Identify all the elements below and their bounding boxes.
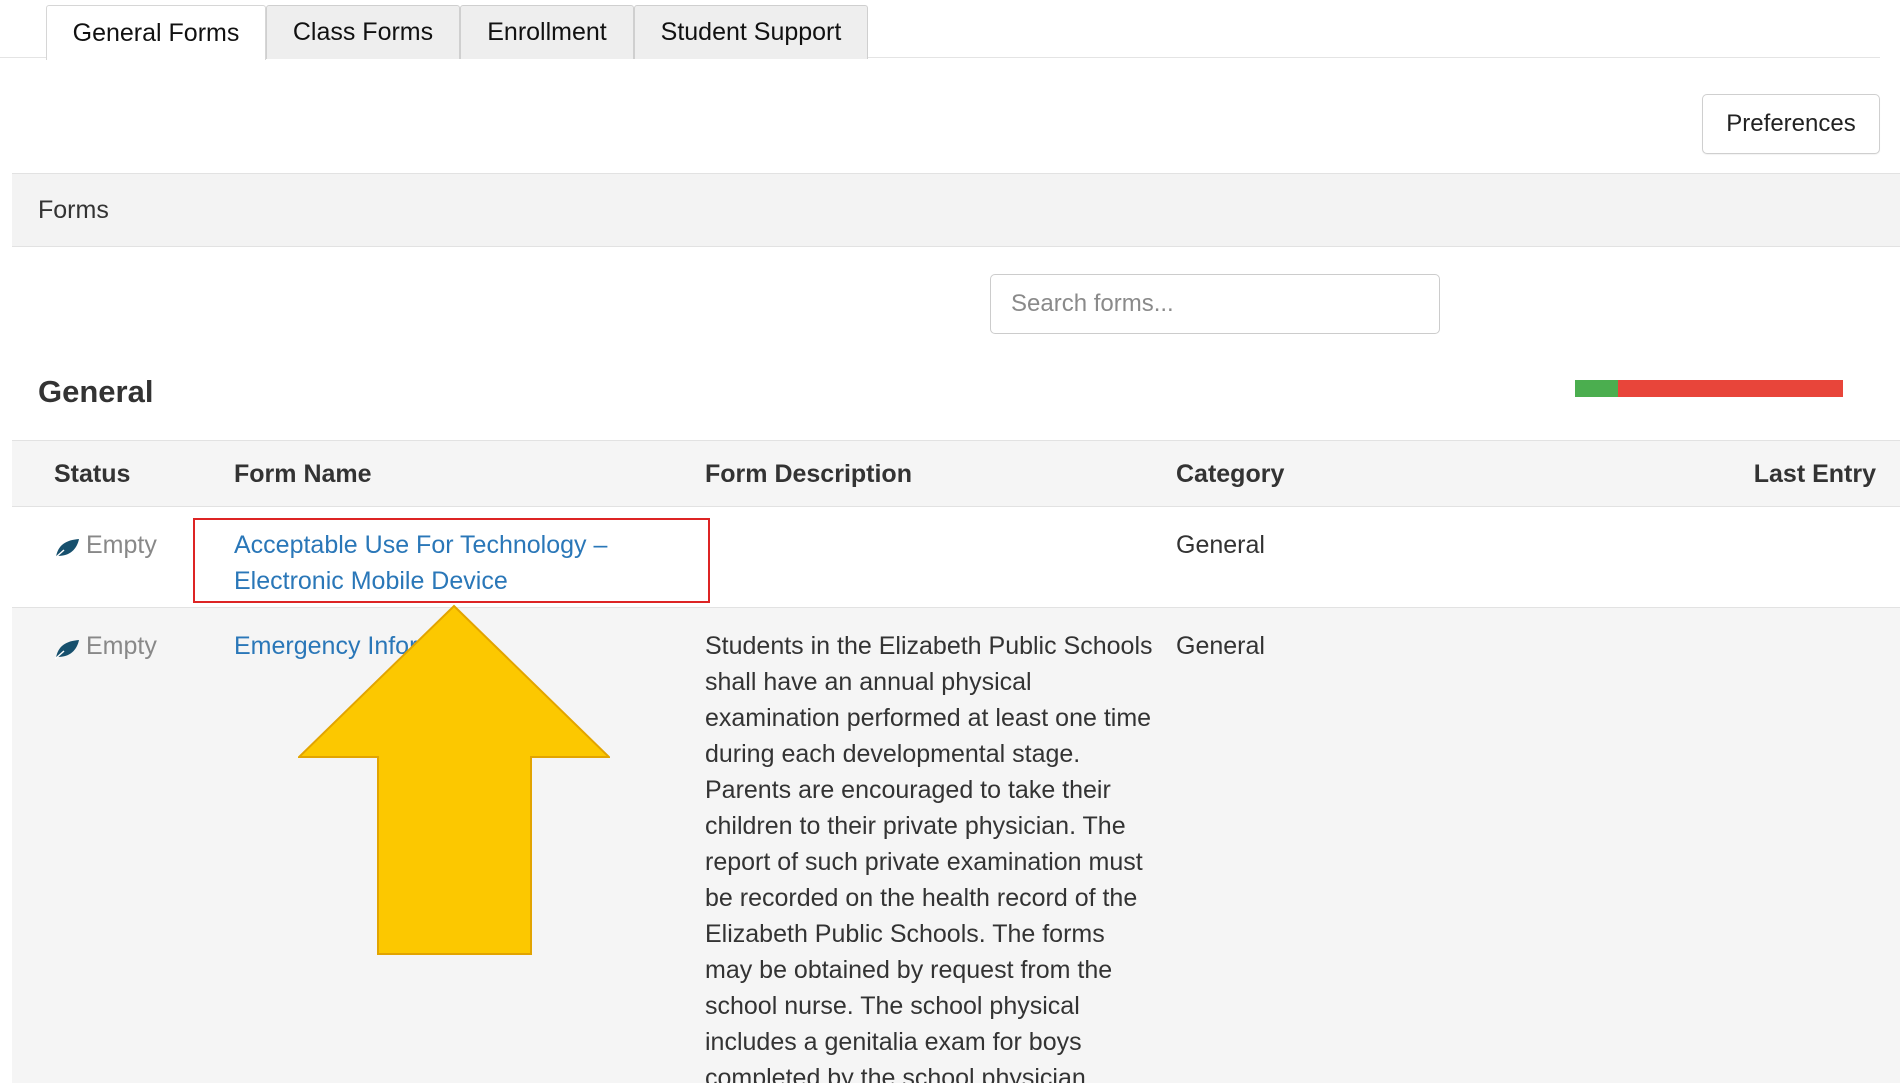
leaf-icon bbox=[54, 628, 82, 664]
forms-panel-header: Forms bbox=[12, 173, 1900, 247]
completion-progress-fill bbox=[1575, 380, 1618, 397]
category-cell: General bbox=[1176, 531, 1265, 559]
up-arrow-icon bbox=[298, 604, 610, 955]
section-title: General bbox=[38, 374, 154, 409]
status-cell: Empty bbox=[54, 628, 157, 664]
tab-enrollment[interactable]: Enrollment bbox=[460, 5, 634, 59]
category-cell: General bbox=[1176, 632, 1265, 660]
header-status[interactable]: Status bbox=[54, 441, 130, 508]
search-input[interactable] bbox=[990, 274, 1440, 334]
table-row: Empty Acceptable Use For Technology – El… bbox=[12, 507, 1900, 608]
status-label: Empty bbox=[86, 632, 157, 660]
tab-student-support[interactable]: Student Support bbox=[634, 5, 868, 59]
preferences-button[interactable]: Preferences bbox=[1702, 94, 1880, 154]
page: General Forms Class Forms Enrollment Stu… bbox=[0, 0, 1900, 1083]
table-header-row: Status Form Name Form Description Catego… bbox=[12, 440, 1900, 507]
header-form-name[interactable]: Form Name bbox=[234, 441, 372, 508]
status-cell: Empty bbox=[54, 527, 157, 563]
header-category[interactable]: Category bbox=[1176, 441, 1284, 508]
table-row: Empty Emergency Infor Students in the El… bbox=[12, 608, 1900, 1083]
form-name-link[interactable]: Acceptable Use For Technology – Electron… bbox=[234, 527, 664, 599]
status-label: Empty bbox=[86, 531, 157, 559]
tab-class-forms[interactable]: Class Forms bbox=[266, 5, 460, 59]
header-last-entry[interactable]: Last Entry bbox=[1754, 441, 1876, 508]
forms-table: Status Form Name Form Description Catego… bbox=[12, 440, 1900, 1083]
tab-general-forms[interactable]: General Forms bbox=[46, 5, 266, 60]
forms-panel-title: Forms bbox=[38, 195, 109, 224]
form-description: Students in the Elizabeth Public Schools… bbox=[705, 632, 1153, 1083]
leaf-icon bbox=[54, 527, 82, 563]
header-form-description[interactable]: Form Description bbox=[705, 441, 912, 508]
tab-bar: General Forms Class Forms Enrollment Stu… bbox=[0, 0, 1880, 60]
completion-progress-bar bbox=[1575, 380, 1843, 397]
